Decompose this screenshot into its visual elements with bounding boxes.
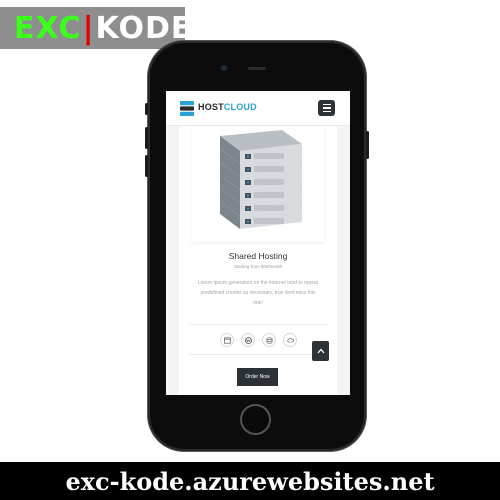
site-url-text: exc-kode.azurewebsites.net <box>65 466 435 496</box>
scroll-to-top-button[interactable] <box>312 341 329 361</box>
plan-price: Starting from $40/month <box>233 264 283 269</box>
brand-cloud-text: CLOUD <box>223 102 257 112</box>
wordpress-icon: W <box>241 333 255 347</box>
front-camera <box>221 65 227 71</box>
hamburger-menu-icon <box>322 104 331 106</box>
server-rack-icon <box>220 130 302 229</box>
chevron-up-icon <box>317 348 324 354</box>
hamburger-menu-button[interactable] <box>318 100 335 116</box>
server-rack-image <box>192 126 324 242</box>
database-icon <box>262 333 276 347</box>
browser-window-icon <box>220 333 234 347</box>
svg-text:W: W <box>245 338 251 343</box>
phone-home-button[interactable] <box>240 404 271 435</box>
logo-text-kode: KODE <box>95 10 193 46</box>
logo-separator: | <box>82 10 95 46</box>
phone-volume-up <box>145 127 148 149</box>
phone-volume-down <box>145 155 148 177</box>
divider <box>189 354 327 355</box>
logo-text-exc: EXC <box>14 10 82 46</box>
brand-host-text: HOST <box>198 102 224 112</box>
phone-mute-switch <box>145 103 148 115</box>
cloud-icon <box>283 333 297 347</box>
site-url-banner: exc-kode.azurewebsites.net <box>0 462 500 500</box>
plan-features: W <box>220 333 297 347</box>
earpiece-speaker <box>248 67 266 70</box>
watermark-logo: EXC | KODE <box>0 7 191 49</box>
site-logo[interactable]: HOSTCLOUD <box>198 102 257 112</box>
server-stack-icon <box>180 101 194 116</box>
site-navbar: HOSTCLOUD <box>166 91 350 126</box>
plan-description: Lorem Ipsum generators on the Internet t… <box>197 280 319 306</box>
plan-title: Shared Hosting <box>228 251 288 261</box>
phone-screen: HOSTCLOUD Shared Hosting Starting from $… <box>166 91 350 395</box>
phone-mockup: HOSTCLOUD Shared Hosting Starting from $… <box>145 41 369 451</box>
order-now-button[interactable]: Order Now <box>237 368 278 386</box>
divider <box>189 324 327 325</box>
phone-power-button <box>366 131 369 159</box>
